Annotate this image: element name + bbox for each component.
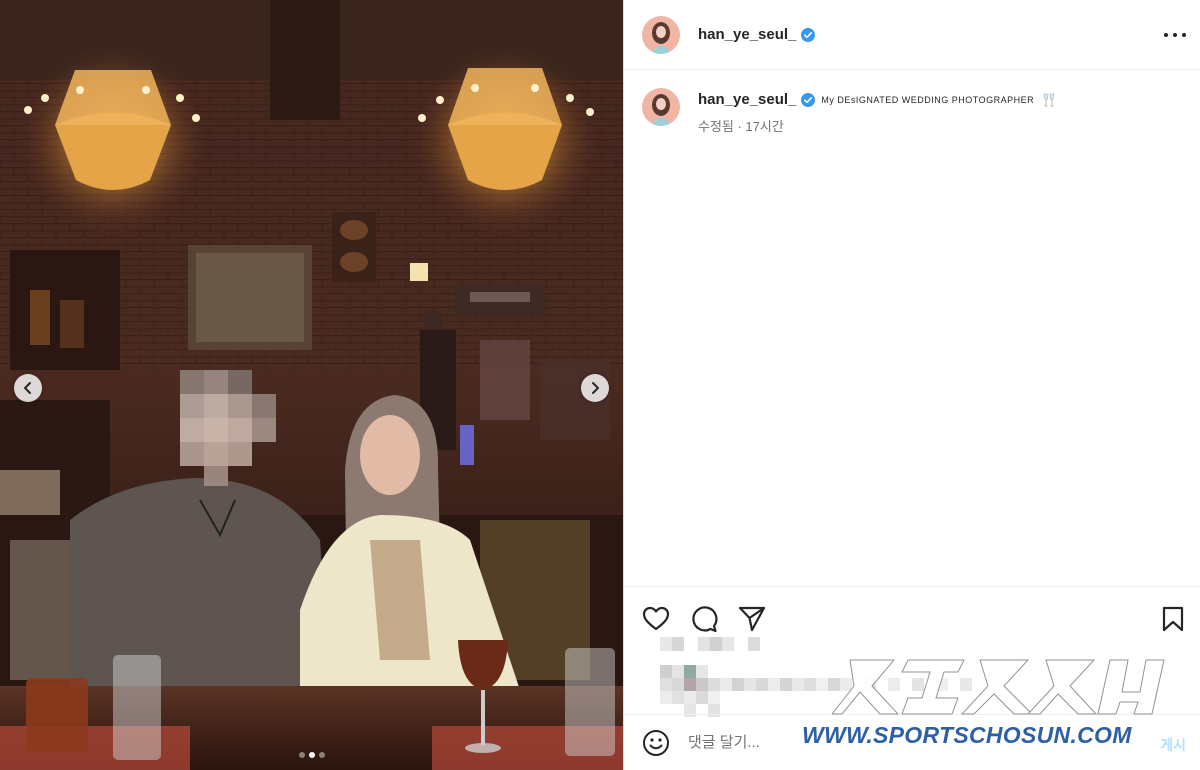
author-username[interactable]: han_ye_seul_: [698, 26, 796, 43]
comment-input[interactable]: [688, 734, 1108, 751]
author-avatar[interactable]: [642, 15, 680, 54]
caption-author-avatar[interactable]: [642, 88, 680, 126]
verified-badge-icon: [801, 92, 816, 107]
post-actions: [624, 586, 1200, 717]
post-header: han_ye_seul_: [624, 0, 1200, 70]
more-options-button[interactable]: [1164, 26, 1186, 44]
avatar-image: [642, 88, 680, 126]
champagne-glasses-icon: [1043, 93, 1055, 106]
emoji-smiley-icon[interactable]: [642, 729, 670, 757]
more-dot-icon: [1164, 33, 1168, 37]
comment-icon[interactable]: [690, 605, 718, 633]
carousel-dot-2: [308, 752, 315, 758]
post-photo: [0, 0, 623, 770]
verified-badge-icon: [801, 27, 816, 42]
next-slide-button[interactable]: [581, 374, 609, 402]
previous-slide-button[interactable]: [14, 374, 42, 402]
carousel-dot-3: [318, 752, 325, 758]
avatar-image: [642, 15, 680, 54]
instagram-post-view: han_ye_seul_ han_ye_seul_ My DEsIGNATED …: [0, 0, 1200, 770]
bar-scene-illustration: [0, 0, 623, 770]
caption-line: han_ye_seul_ My DEsIGNATED WEDDING PHOTO…: [698, 91, 1056, 108]
carousel-indicator: [0, 752, 623, 758]
comment-composer: 게시: [624, 714, 1200, 770]
more-dot-icon: [1182, 33, 1186, 37]
chevron-left-icon: [24, 382, 31, 394]
action-icons-row: [642, 605, 1187, 717]
bookmark-icon[interactable]: [1159, 605, 1187, 633]
post-caption: han_ye_seul_ My DEsIGNATED WEDDING PHOTO…: [642, 88, 1182, 135]
caption-text: My DEsIGNATED WEDDING PHOTOGRAPHER: [821, 94, 1035, 105]
blurred-comments-preview: [660, 665, 972, 717]
more-dot-icon: [1173, 33, 1177, 37]
post-side-panel: han_ye_seul_ han_ye_seul_ My DEsIGNATED …: [623, 0, 1200, 770]
caption-meta: 수정됨 · 17시간: [698, 119, 784, 134]
caption-username[interactable]: han_ye_seul_: [698, 91, 796, 108]
share-icon[interactable]: [738, 605, 766, 633]
post-comment-button[interactable]: 게시: [1160, 735, 1186, 755]
blurred-likes-count: [660, 637, 760, 651]
caption-body: han_ye_seul_ My DEsIGNATED WEDDING PHOTO…: [698, 88, 1056, 135]
heart-icon[interactable]: [642, 605, 670, 633]
carousel-dot-1: [298, 752, 305, 758]
chevron-right-icon: [592, 382, 599, 394]
